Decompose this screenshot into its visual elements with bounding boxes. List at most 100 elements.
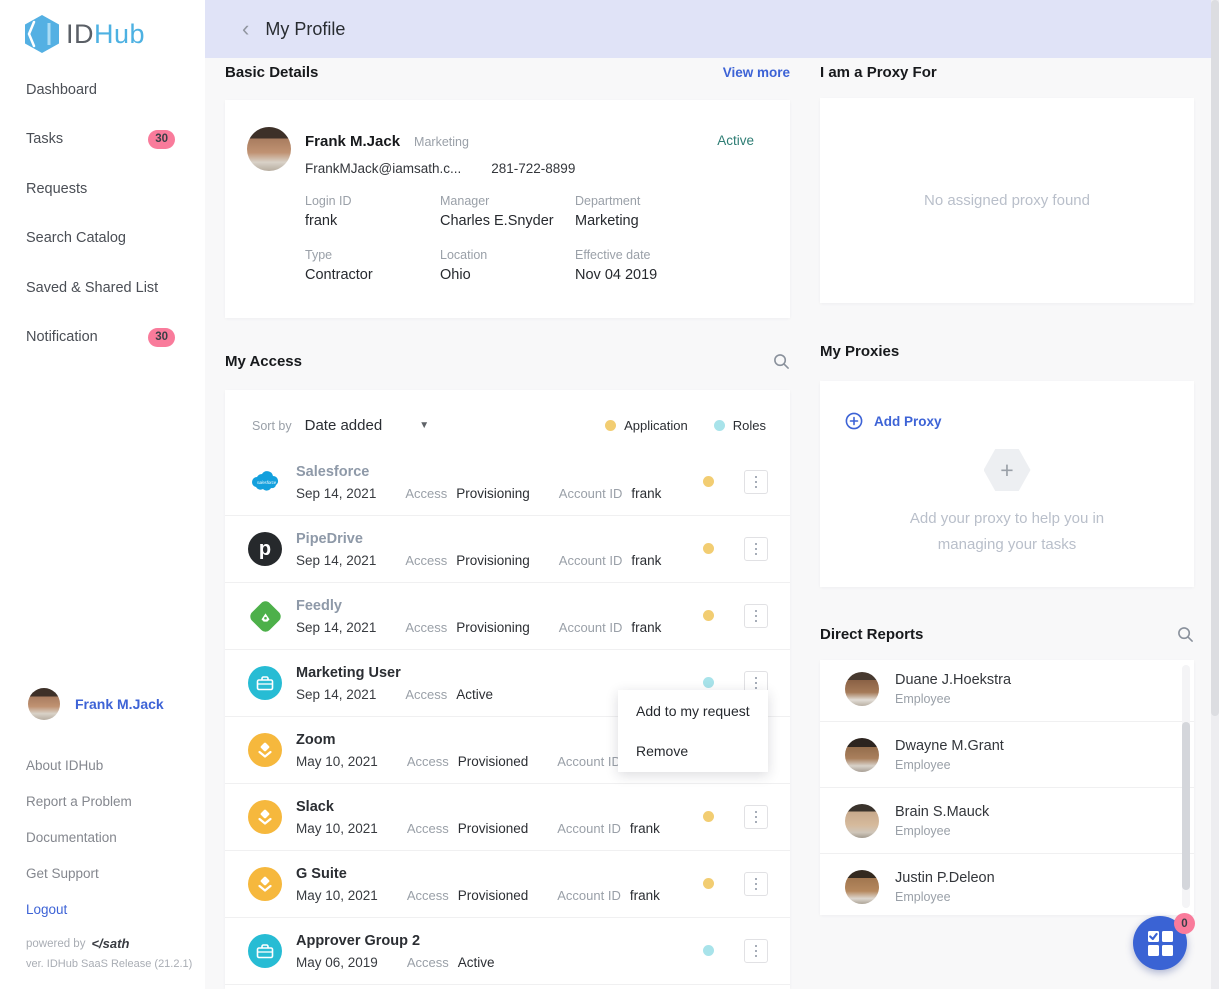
logo-text: IDHub [66, 19, 145, 50]
page-scrollbar-track [1211, 0, 1219, 989]
menu-item-remove[interactable]: Remove [618, 731, 768, 771]
direct-reports-head: Direct Reports [820, 626, 1194, 643]
status-badge: Active [717, 133, 754, 148]
direct-reports-title: Direct Reports [820, 626, 923, 643]
report-row[interactable]: Brain S.Mauck Employee [820, 788, 1194, 854]
version-text: ver. IDHub SaaS Release (21.2.1) [26, 958, 192, 970]
idhub-logo[interactable]: IDHub [22, 13, 145, 55]
row-type-dot [703, 476, 714, 487]
row-type-dot [703, 878, 714, 889]
notification-count-badge: 30 [148, 328, 175, 347]
add-proxy-button[interactable]: Add Proxy [820, 381, 1194, 430]
row-menu-button[interactable] [744, 537, 768, 561]
logout-link[interactable]: Logout [26, 892, 132, 928]
user-name-link[interactable]: Frank M.Jack [75, 696, 164, 712]
plus-circle-icon [845, 412, 863, 430]
add-proxy-hexagon-button[interactable]: + [984, 449, 1031, 491]
sort-by-label: Sort by [252, 419, 292, 433]
back-chevron-icon[interactable]: ‹ [242, 18, 249, 40]
row-menu-button[interactable] [744, 872, 768, 896]
sidebar-item-requests[interactable]: Requests [0, 164, 205, 214]
proxy-for-title: I am a Proxy For [820, 64, 937, 81]
sidebar-user[interactable]: Frank M.Jack [28, 688, 164, 720]
basic-details-title: Basic Details [225, 64, 318, 81]
field-login-id: Login IDfrank [305, 194, 440, 229]
row-menu-button[interactable] [744, 470, 768, 494]
access-row-feedly[interactable]: Feedly Sep 14, 2021 Access Provisioning … [225, 583, 790, 650]
sidebar-item-saved-shared-list[interactable]: Saved & Shared List [0, 263, 205, 313]
access-row-slack[interactable]: Slack May 10, 2021 Access Provisioned Ac… [225, 784, 790, 851]
sort-dropdown[interactable]: Date added [305, 417, 383, 434]
basic-details-card: Frank M.Jack Marketing FrankMJack@iamsat… [225, 100, 790, 318]
field-type: TypeContractor [305, 248, 440, 283]
page-scrollbar-thumb[interactable] [1211, 0, 1219, 716]
report-avatar [845, 804, 879, 838]
about-idhub-link[interactable]: About IDHub [26, 748, 132, 784]
sort-caret-icon[interactable]: ▼ [419, 420, 429, 431]
direct-reports-card: Duane J.Hoekstra Employee Dwayne M.Grant… [820, 660, 1194, 915]
proxy-for-empty-text: No assigned proxy found [820, 98, 1194, 303]
sidebar-item-tasks[interactable]: Tasks30 [0, 115, 205, 165]
page-header: ‹ My Profile [205, 0, 1219, 58]
profile-phone: 281-722-8899 [491, 161, 575, 176]
access-row-approver-group-2[interactable]: Approver Group 2 May 06, 2019 Access Act… [225, 918, 790, 985]
layers-icon [248, 867, 282, 901]
sidebar-footer: About IDHub Report a Problem Documentati… [26, 748, 132, 928]
access-row-salesforce[interactable]: salesforce Salesforce Sep 14, 2021 Acces… [225, 449, 790, 516]
user-avatar [28, 688, 60, 720]
profile-name: Frank M.Jack [305, 133, 400, 150]
profile-fields: Login IDfrank ManagerCharles E.Snyder De… [305, 194, 745, 283]
menu-item-add-to-my-request[interactable]: Add to my request [618, 691, 768, 731]
add-proxy-hint: Add your proxy to help you in managing y… [820, 506, 1194, 558]
pipedrive-icon: p [248, 532, 282, 566]
direct-reports-rows: Duane J.Hoekstra Employee Dwayne M.Grant… [820, 660, 1194, 915]
access-legend: Application Roles [605, 418, 766, 433]
report-row[interactable]: Duane J.Hoekstra Employee [820, 660, 1194, 722]
row-menu-button[interactable] [744, 604, 768, 628]
access-row-pipedrive[interactable]: p PipeDrive Sep 14, 2021 Access Provisio… [225, 516, 790, 583]
row-context-menu: Add to my request Remove [618, 690, 768, 772]
sath-logo: </sath [91, 936, 129, 951]
documentation-link[interactable]: Documentation [26, 820, 132, 856]
grid-check-icon [1147, 930, 1174, 957]
view-more-link[interactable]: View more [723, 65, 790, 80]
report-avatar [845, 870, 879, 904]
direct-reports-search-icon[interactable] [1177, 626, 1194, 643]
row-menu-button[interactable] [744, 939, 768, 963]
my-access-title: My Access [225, 353, 302, 370]
reports-scrollbar-thumb[interactable] [1182, 722, 1190, 890]
sidebar: IDHub Dashboard Tasks30 Requests Search … [0, 0, 205, 989]
sidebar-item-dashboard[interactable]: Dashboard [0, 65, 205, 115]
sort-row: Sort by Date added ▼ Application Roles [225, 390, 790, 434]
page-title: My Profile [265, 19, 345, 40]
profile-avatar [247, 127, 291, 171]
my-access-search-icon[interactable] [773, 353, 790, 370]
row-type-dot [703, 811, 714, 822]
briefcase-icon [248, 666, 282, 700]
get-support-link[interactable]: Get Support [26, 856, 132, 892]
row-type-dot [703, 543, 714, 554]
sidebar-item-search-catalog[interactable]: Search Catalog [0, 214, 205, 264]
report-problem-link[interactable]: Report a Problem [26, 784, 132, 820]
powered-by: powered by </sath [26, 936, 129, 951]
field-effective-date: Effective dateNov 04 2019 [575, 248, 745, 283]
sidebar-item-notification[interactable]: Notification30 [0, 313, 205, 363]
salesforce-icon: salesforce [248, 465, 282, 499]
row-menu-button[interactable] [744, 805, 768, 829]
report-row[interactable]: Dwayne M.Grant Employee [820, 722, 1194, 788]
report-row[interactable]: Justin P.Deleon Employee [820, 854, 1194, 915]
idhub-hexagon-icon [22, 13, 62, 55]
field-department: DepartmentMarketing [575, 194, 745, 229]
application-dot-icon [605, 420, 616, 431]
row-type-dot [703, 610, 714, 621]
row-type-dot [703, 677, 714, 688]
proxy-for-card: No assigned proxy found [820, 98, 1194, 303]
row-type-dot [703, 945, 714, 956]
report-avatar [845, 738, 879, 772]
report-avatar [845, 672, 879, 706]
profile-department-tag: Marketing [414, 135, 469, 149]
access-row-gsuite[interactable]: G Suite May 10, 2021 Access Provisioned … [225, 851, 790, 918]
layers-icon [248, 733, 282, 767]
feedly-icon [248, 599, 282, 633]
fab-count-badge: 0 [1174, 913, 1195, 934]
